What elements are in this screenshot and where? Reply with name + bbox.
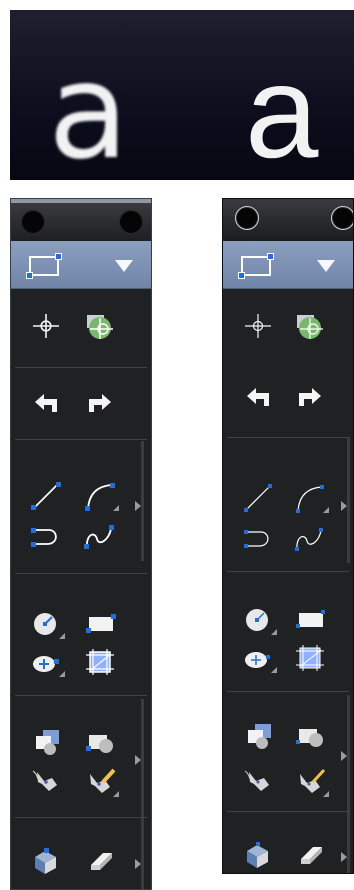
tag-edit-icon[interactable]: [293, 767, 329, 797]
subtract-shape-icon[interactable]: [293, 721, 327, 751]
toolbar-divider: [227, 571, 349, 572]
toolbar-divider: [15, 573, 147, 574]
eraser-icon[interactable]: [83, 845, 117, 875]
undo-arrow-icon[interactable]: [29, 389, 63, 419]
shape-selector[interactable]: [223, 241, 353, 289]
right-tool-palette: [222, 198, 354, 874]
eraser-icon[interactable]: [293, 839, 327, 869]
expand-tools-arrow[interactable]: [341, 751, 347, 761]
toolbar-divider: [15, 817, 147, 818]
palette-titlebar[interactable]: [11, 199, 151, 245]
palette-titlebar[interactable]: [223, 199, 353, 241]
rectangle-shape-icon: [26, 253, 62, 279]
palette-grip: [347, 695, 350, 815]
rectangle-shape-icon: [238, 253, 274, 279]
undo-arrow-icon[interactable]: [241, 383, 275, 413]
toolbar-divider: [15, 439, 147, 440]
palette-grip: [141, 441, 144, 561]
crosshair-icon[interactable]: [241, 311, 275, 341]
hatch-grid-icon[interactable]: [83, 647, 117, 677]
tag-icon[interactable]: [29, 767, 63, 797]
chevron-down-icon[interactable]: [317, 260, 335, 272]
circle-icon[interactable]: [241, 605, 277, 635]
toolbar-divider: [227, 437, 349, 438]
arc-icon[interactable]: [293, 483, 329, 513]
shape-target-icon[interactable]: [293, 311, 327, 341]
toolbar-divider: [15, 367, 147, 368]
expand-tools-arrow[interactable]: [135, 501, 141, 511]
extrude-icon[interactable]: [29, 845, 63, 875]
arc-icon[interactable]: [83, 481, 119, 511]
close-window-button[interactable]: [21, 210, 45, 234]
copy-shape-icon[interactable]: [29, 727, 63, 757]
toolbar-divider: [227, 691, 349, 692]
left-tool-palette: [10, 198, 152, 890]
ellipse-add-icon[interactable]: [29, 647, 65, 677]
chevron-down-icon[interactable]: [115, 260, 133, 272]
blurred-glyph: a: [48, 35, 129, 180]
toolbar-divider: [227, 811, 349, 812]
redo-arrow-icon[interactable]: [83, 389, 117, 419]
shape-selector[interactable]: [11, 241, 151, 289]
tag-icon[interactable]: [241, 767, 275, 797]
rectangle-icon[interactable]: [83, 609, 117, 639]
glyph-comparison-banner: a a: [10, 10, 354, 180]
circle-icon[interactable]: [29, 609, 65, 639]
palette-grip: [141, 699, 144, 819]
expand-tools-arrow[interactable]: [341, 852, 347, 862]
sharp-glyph: a: [245, 38, 319, 180]
spline-icon[interactable]: [293, 523, 327, 553]
window-control-button[interactable]: [331, 206, 353, 230]
palette-grip: [347, 437, 350, 563]
expand-tools-arrow[interactable]: [135, 755, 141, 765]
expand-tools-arrow[interactable]: [135, 859, 141, 869]
palette-grip: [141, 819, 144, 889]
expand-tools-arrow[interactable]: [341, 501, 347, 511]
ellipse-add-icon[interactable]: [241, 643, 277, 673]
copy-shape-icon[interactable]: [241, 721, 275, 751]
palette-grip: [347, 815, 350, 873]
line-icon[interactable]: [241, 483, 275, 513]
redo-arrow-icon[interactable]: [293, 383, 327, 413]
window-control-button[interactable]: [119, 210, 143, 234]
curve-hook-icon[interactable]: [29, 521, 63, 551]
spline-icon[interactable]: [83, 521, 117, 551]
curve-hook-icon[interactable]: [241, 523, 275, 553]
subtract-shape-icon[interactable]: [83, 727, 117, 757]
extrude-icon[interactable]: [241, 839, 275, 869]
close-window-button[interactable]: [235, 206, 259, 230]
line-icon[interactable]: [29, 481, 63, 511]
rectangle-icon[interactable]: [293, 605, 327, 635]
tag-edit-icon[interactable]: [83, 767, 119, 797]
shape-target-icon[interactable]: [83, 311, 117, 341]
toolbar-divider: [15, 695, 147, 696]
crosshair-icon[interactable]: [29, 311, 63, 341]
hatch-grid-icon[interactable]: [293, 643, 327, 673]
